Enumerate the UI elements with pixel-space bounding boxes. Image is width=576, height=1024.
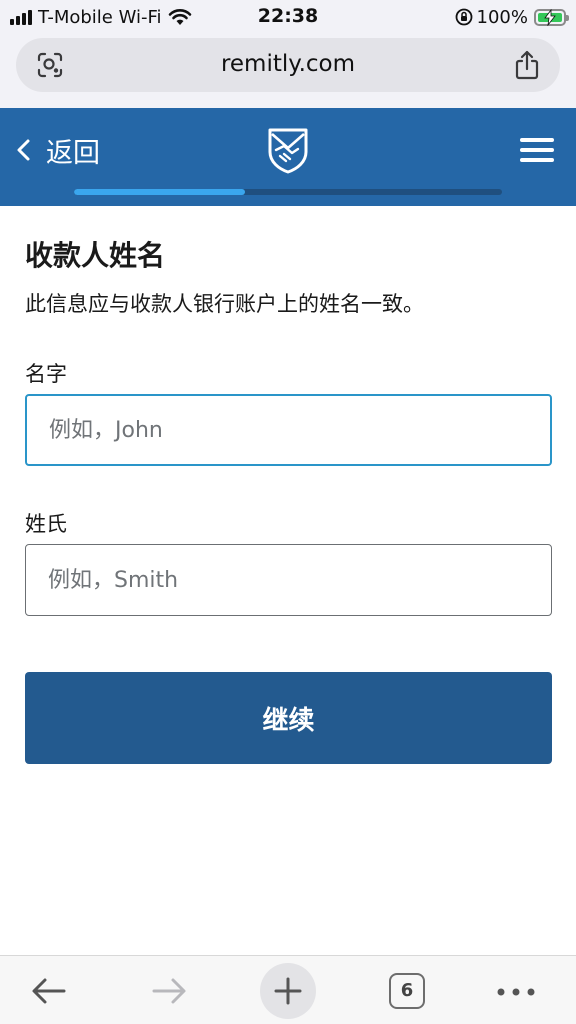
forward-arrow-icon[interactable] bbox=[150, 976, 188, 1006]
url-text[interactable]: remitly.com bbox=[16, 51, 560, 77]
back-chevron-icon bbox=[17, 139, 30, 161]
progress-fill bbox=[74, 189, 246, 195]
page-title: 收款人姓名 bbox=[25, 239, 166, 272]
new-tab-button[interactable] bbox=[260, 963, 316, 1019]
first-name-input[interactable] bbox=[25, 394, 552, 466]
status-bar: T-Mobile Wi-Fi 22:38 100% bbox=[0, 0, 576, 34]
plus-icon bbox=[274, 977, 302, 1005]
hamburger-menu-icon[interactable] bbox=[520, 138, 554, 164]
app-header: 返回 bbox=[0, 108, 576, 206]
page-subtitle: 此信息应与收款人银行账户上的姓名一致。 bbox=[25, 292, 424, 316]
status-right: 100% bbox=[455, 6, 569, 28]
last-name-input[interactable] bbox=[25, 544, 552, 616]
last-name-label: 姓氏 bbox=[25, 512, 67, 536]
battery-percent: 100% bbox=[476, 6, 528, 28]
continue-button[interactable]: 继续 bbox=[25, 672, 552, 764]
battery-icon bbox=[534, 8, 569, 26]
back-button[interactable]: 返回 bbox=[16, 134, 100, 169]
first-name-label: 名字 bbox=[25, 362, 67, 386]
progress-bar bbox=[74, 189, 502, 195]
back-arrow-icon[interactable] bbox=[30, 976, 68, 1006]
address-bar[interactable]: remitly.com bbox=[16, 38, 560, 92]
browser-bottom-toolbar: 6 bbox=[0, 955, 576, 1024]
more-icon[interactable] bbox=[496, 988, 536, 996]
browser-top-bar: remitly.com bbox=[0, 34, 576, 108]
remitly-logo-icon bbox=[268, 128, 308, 174]
tabs-icon[interactable]: 6 bbox=[389, 973, 425, 1009]
back-label[interactable]: 返回 bbox=[46, 131, 100, 170]
rotation-lock-icon bbox=[455, 8, 472, 26]
share-icon[interactable] bbox=[514, 50, 540, 80]
